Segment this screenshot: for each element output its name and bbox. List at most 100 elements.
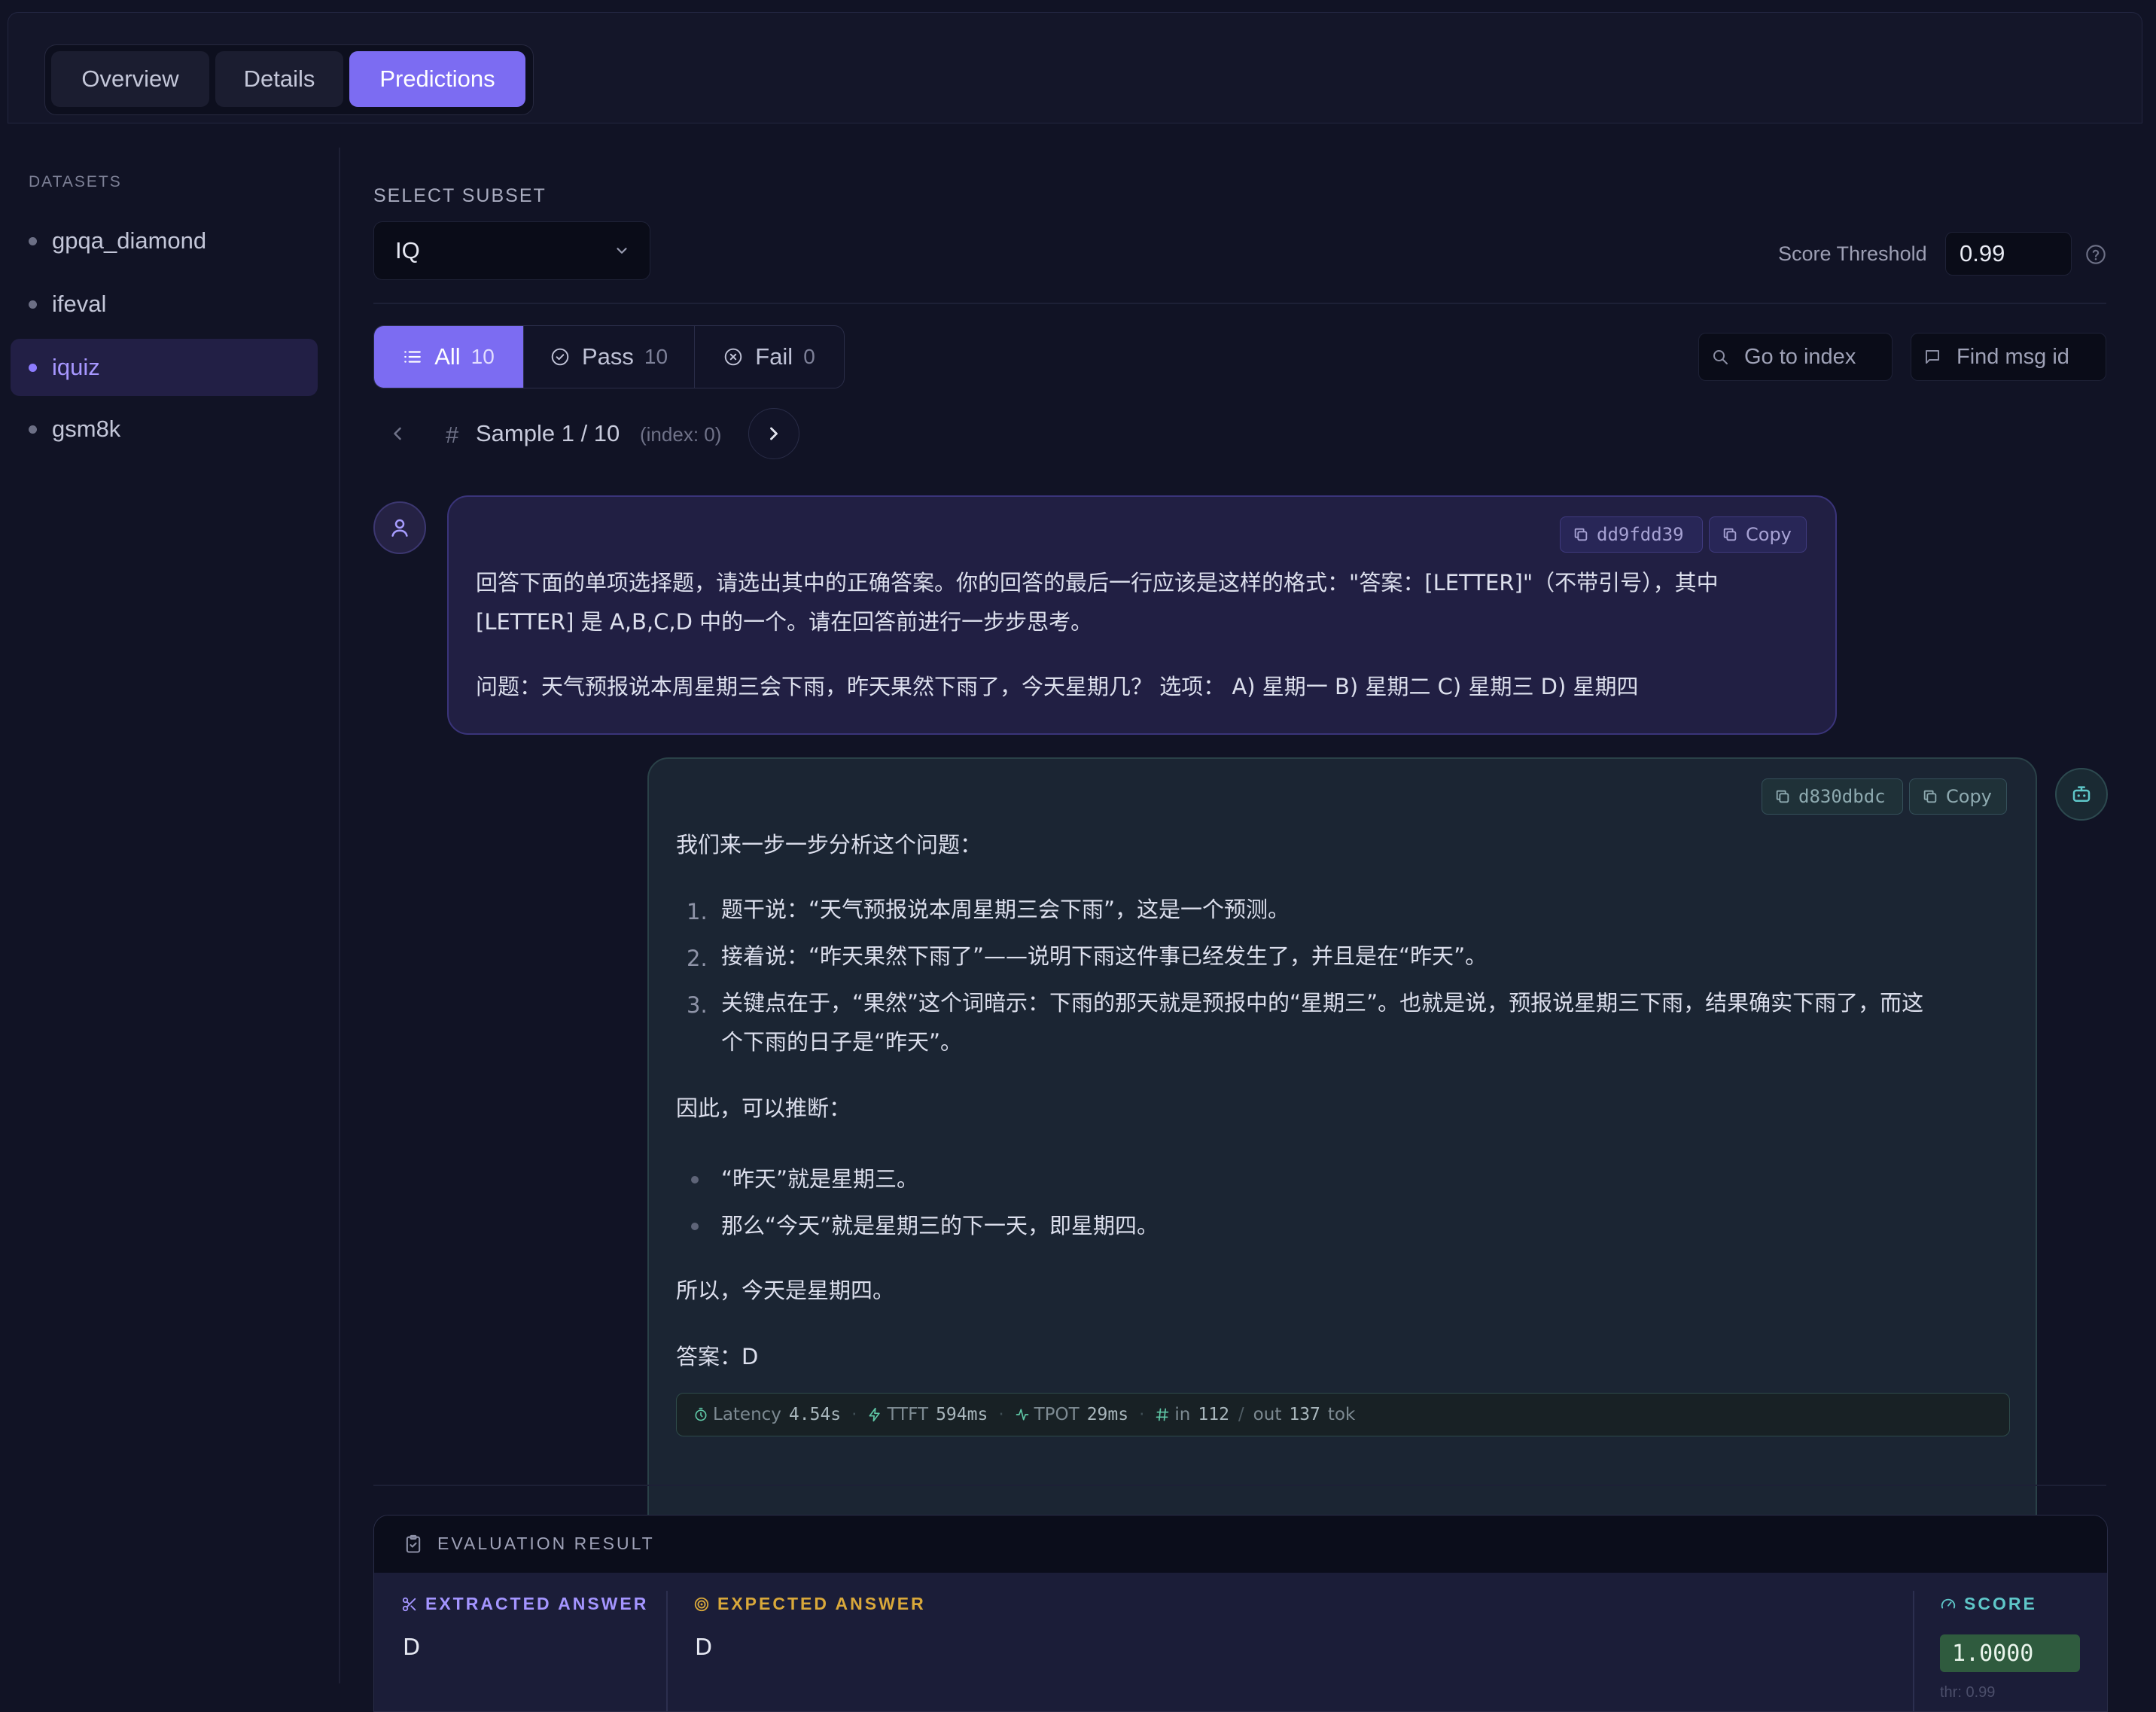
bullet-dot [29,363,37,372]
list-item: 个下雨的日子是“昨天”。 [721,1029,963,1055]
result-filter-group: All 10 Pass 10 Fail 0 [373,325,845,388]
message-text: [LETTER] 是 A,B,C,D 中的一个。请在回答前进行一步步思考。 [476,609,1093,635]
message-id-button[interactable]: dd9fdd39 [1560,516,1703,553]
filter-all-button[interactable]: All 10 [374,326,523,388]
user-message: dd9fdd39 Copy 回答下面的单项选择题，请选出其中的正确答案。你的回答… [447,495,1837,735]
divider [666,1591,668,1711]
sidebar-item-label: gsm8k [52,416,121,442]
filter-pass-button[interactable]: Pass 10 [524,326,694,388]
tab-overview[interactable]: Overview [51,51,209,107]
hash-icon [1155,1407,1170,1422]
sidebar-heading: DATASETS [29,173,122,190]
subset-label: SELECT SUBSET [373,185,547,206]
extracted-answer-value: D [403,1634,421,1661]
evaluation-header: EVALUATION RESULT [374,1516,2107,1573]
tokens-out-label: out [1253,1405,1282,1424]
message-id: d830dbdc [1798,786,1886,807]
assistant-message: d830dbdc Copy 我们来一步一步分析这个问题： 1. 题干说：“天气预… [647,757,2037,1608]
copy-icon [1722,526,1738,543]
divider [373,303,2106,304]
tokens-unit: tok [1327,1405,1356,1424]
latency-label: Latency [713,1405,781,1424]
gauge-icon [1940,1596,1957,1613]
previous-sample-button[interactable] [387,423,408,444]
bullet-dot [29,236,37,245]
answer-text: 答案：D [676,1344,759,1369]
copy-button[interactable]: Copy [1909,778,2007,815]
score-value: 1.0000 [1940,1634,2080,1672]
generation-stats: Latency 4.54s · TTFT 594ms · TPOT 29ms ·… [676,1393,2010,1436]
sidebar-item-iquiz[interactable]: iquiz [11,339,318,396]
list-number: 3. [687,992,708,1018]
filter-count: 10 [644,345,668,368]
list-item: 接着说：“昨天果然下雨了”——说明下雨这件事已经发生了，并且是在“昨天”。 [721,943,1488,969]
chevron-right-icon [763,423,784,444]
subset-select[interactable]: IQ [373,221,650,280]
subset-value: IQ [395,237,420,264]
expected-answer-value: D [695,1634,713,1661]
sidebar-item-label: iquiz [52,354,100,380]
copy-icon [1922,788,1938,805]
copy-label: Copy [1946,786,1992,807]
separator-dot: · [1139,1405,1145,1424]
find-msg-id-placeholder: Find msg id [1957,344,2069,369]
sample-index: (index: 0) [640,423,722,446]
list-number: 2. [687,946,708,971]
list-number: 1. [687,899,708,925]
message-text: 所以，今天是星期四。 [676,1278,895,1303]
bullet-dot [691,1223,699,1230]
ttft-label: TTFT [887,1405,929,1424]
filter-fail-button[interactable]: Fail 0 [695,326,844,388]
slash-separator: / [1238,1405,1244,1424]
sidebar-item-gpqa-diamond[interactable]: gpqa_diamond [11,212,318,270]
latency-value: 4.54s [788,1405,842,1424]
score-header: SCORE [1940,1594,2037,1614]
score-threshold-label: Score Threshold [1778,242,1927,265]
message-id: dd9fdd39 [1597,524,1684,545]
bullet-dot [691,1176,699,1183]
sidebar-item-gsm8k[interactable]: gsm8k [11,401,318,458]
separator-dot: · [998,1405,1004,1424]
divider [1913,1591,1914,1711]
help-circle-icon[interactable] [2085,244,2106,265]
message-text: 因此，可以推断： [676,1095,851,1121]
tab-details[interactable]: Details [215,51,343,107]
activity-icon [1015,1407,1030,1422]
tokens-in-value: 112 [1198,1405,1229,1424]
copy-icon [1774,788,1791,805]
top-bar: Overview Details Predictions [8,12,2142,123]
tab-predictions[interactable]: Predictions [349,51,525,107]
expected-answer-header: EXPECTED ANSWER [693,1594,926,1614]
find-msg-id-input[interactable]: Find msg id [1911,333,2106,381]
x-circle-icon [723,347,743,367]
zap-icon [867,1407,882,1422]
message-text: 我们来一步一步分析这个问题： [676,832,982,858]
hash-icon: # [446,422,459,448]
tokens-in-label: in [1174,1405,1191,1424]
message-id-button[interactable]: d830dbdc [1762,778,1903,815]
copy-icon [1573,526,1589,543]
timer-icon [693,1407,708,1422]
score-threshold-input[interactable]: 0.99 [1945,232,2072,276]
score-label: SCORE [1964,1594,2037,1613]
list-item: 关键点在于，“果然”这个词暗示：下雨的那天就是预报中的“星期三”。也就是说，预报… [721,990,1924,1016]
go-to-index-input[interactable]: Go to index [1698,333,1893,381]
evaluation-result-panel: EVALUATION RESULT EXTRACTED ANSWER D EXP… [373,1515,2108,1712]
list-item: “昨天”就是星期三。 [721,1166,919,1192]
go-to-index-placeholder: Go to index [1744,344,1856,369]
filter-label: All [434,343,461,370]
chevron-down-icon [614,242,630,259]
copy-button[interactable]: Copy [1709,516,1807,553]
sidebar-item-label: gpqa_diamond [52,227,207,254]
scissors-icon [401,1596,418,1613]
predictions-panel: SELECT SUBSET IQ Score Threshold 0.99 Al… [340,148,2141,1712]
bot-icon [2070,783,2093,806]
ttft-value: 594ms [936,1405,988,1424]
message-text: 问题：天气预报说本周星期三会下雨，昨天果然下雨了，今天星期几？ 选项： A) 星… [476,674,1639,699]
check-circle-icon [550,347,570,367]
datasets-sidebar: DATASETS gpqa_diamond ifeval iquiz gsm8k [8,148,340,1683]
tab-group: Overview Details Predictions [44,44,534,115]
next-sample-button[interactable] [748,408,799,459]
user-icon [388,516,411,539]
sidebar-item-ifeval[interactable]: ifeval [11,276,318,333]
